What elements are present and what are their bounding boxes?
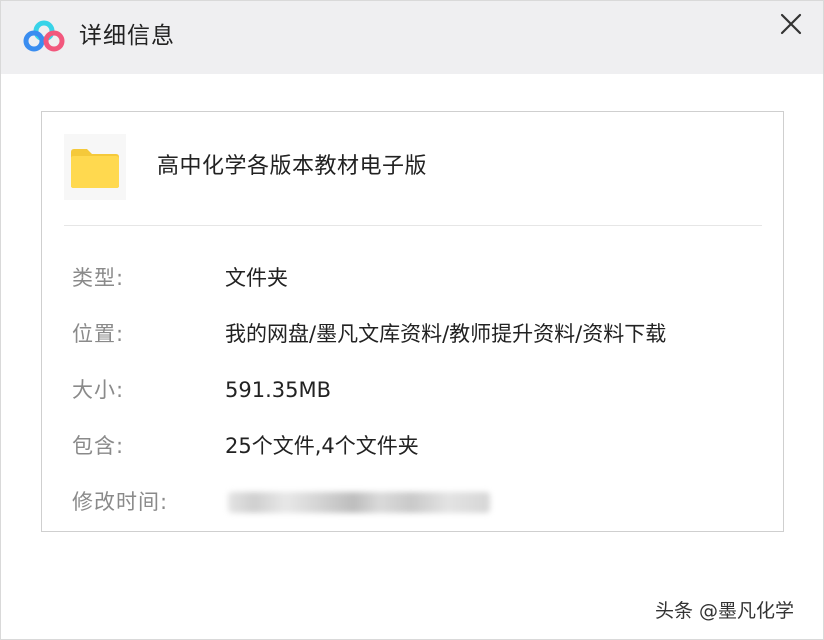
divider — [64, 225, 762, 226]
folder-icon — [71, 149, 119, 188]
blurred-modified-time — [228, 492, 490, 513]
detail-value: 591.35MB — [225, 378, 332, 402]
detail-row-modified: 修改时间: — [42, 485, 785, 519]
detail-row-contains: 包含: 25个文件,4个文件夹 — [42, 429, 785, 463]
detail-label: 位置: — [72, 322, 125, 346]
watermark: 头条 @墨凡化学 — [655, 600, 795, 622]
baidu-netdisk-cloud-icon — [23, 20, 65, 52]
detail-label: 类型: — [72, 266, 125, 290]
details-dialog: 详细信息 高中化学各版本教材电子版 类型: 文件夹 位置: 我的网盘/墨凡文库资… — [0, 0, 824, 640]
detail-value: 文件夹 — [225, 266, 288, 290]
close-icon[interactable] — [777, 10, 805, 38]
dialog-title: 详细信息 — [79, 23, 175, 49]
detail-row-location: 位置: 我的网盘/墨凡文库资料/教师提升资料/资料下载 — [42, 317, 785, 351]
title-bar: 详细信息 — [1, 1, 823, 74]
detail-value: 我的网盘/墨凡文库资料/教师提升资料/资料下载 — [225, 322, 667, 346]
file-name: 高中化学各版本教材电子版 — [157, 154, 428, 179]
detail-label: 大小: — [72, 378, 125, 402]
detail-label: 修改时间: — [72, 490, 169, 514]
detail-row-size: 大小: 591.35MB — [42, 373, 785, 407]
file-thumbnail — [64, 134, 126, 200]
detail-value: 25个文件,4个文件夹 — [225, 434, 419, 458]
detail-row-type: 类型: 文件夹 — [42, 261, 785, 295]
details-panel: 高中化学各版本教材电子版 类型: 文件夹 位置: 我的网盘/墨凡文库资料/教师提… — [41, 111, 784, 532]
detail-label: 包含: — [72, 434, 125, 458]
